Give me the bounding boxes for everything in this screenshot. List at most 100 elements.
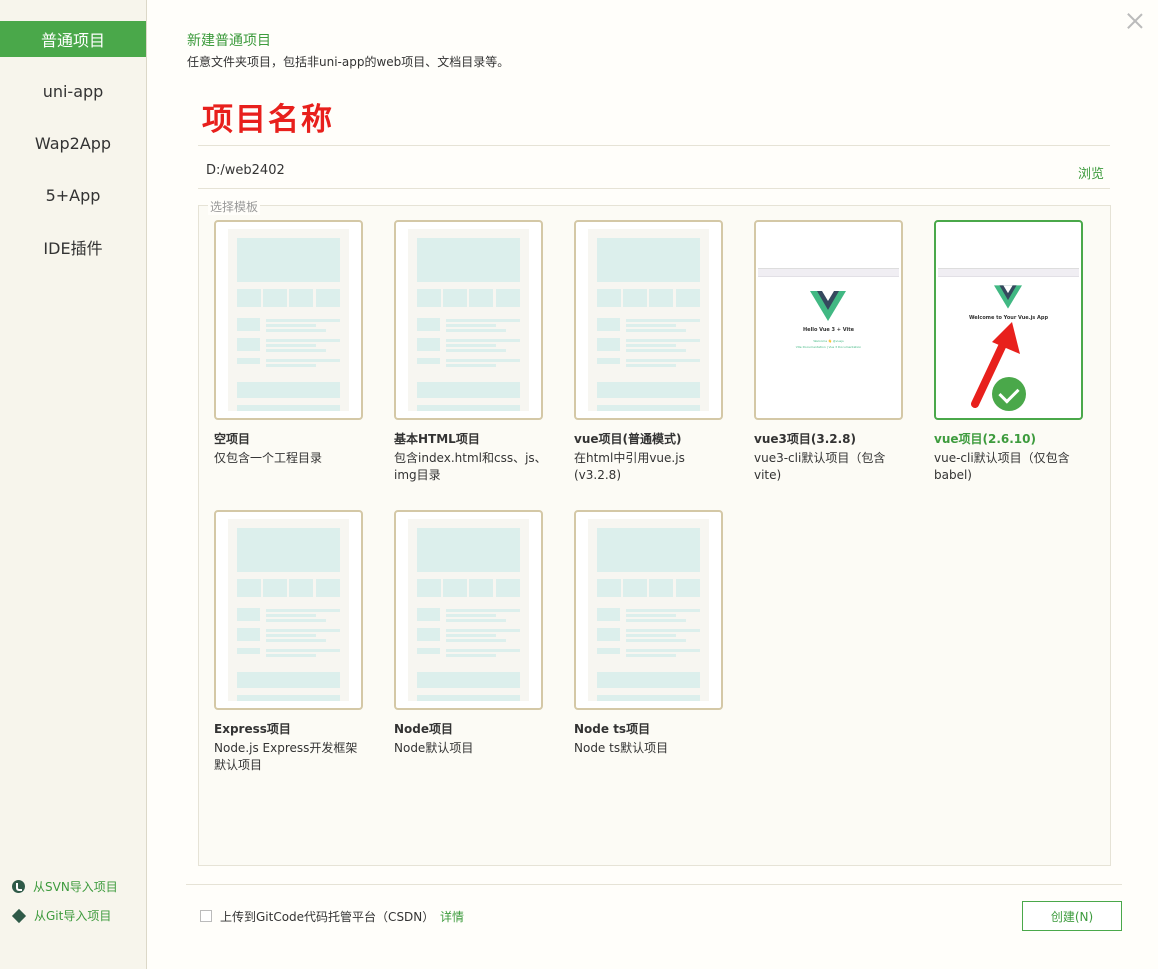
thumbnail-line [266,349,326,352]
vue-heading: Welcome to Your Vue.js App [968,315,1049,321]
thumbnail-line [626,339,700,342]
thumbnail-block [623,579,647,597]
thumbnail-block [417,318,440,331]
thumbnail-block [237,289,261,307]
thumbnail-line [626,359,700,362]
template-thumbnail [408,519,529,701]
vue-logo-icon [810,291,846,321]
browser-bar [758,269,899,277]
template-name-express: Express项目 [214,722,291,736]
template-desc-vue3: vue3-cli默认项目（包含vite) [754,451,886,482]
sidebar-item-5plus-app[interactable]: 5+App [0,177,146,213]
thumbnail-block [237,648,260,654]
close-icon[interactable] [1126,12,1144,30]
thumbnail-line [446,324,496,327]
template-card-empty[interactable] [214,220,363,420]
thumbnail-line [626,639,686,642]
thumbnail-block [597,358,620,364]
sidebar-item-uni-app[interactable]: uni-app [0,73,146,109]
template-desc-basic-html: 包含index.html和css、js、img目录 [394,451,547,482]
thumbnail-block [597,628,620,641]
template-card-vue2[interactable]: Welcome to Your Vue.js App [934,220,1083,420]
thumbnail-line [626,349,686,352]
dialog-subtitle: 任意文件夹项目，包括非uni-app的web项目、文档目录等。 [187,55,510,69]
thumbnail-block [623,289,647,307]
upload-gitcode-checkbox[interactable] [200,910,212,922]
thumbnail-line [446,359,520,362]
thumbnail-block [417,238,520,282]
thumbnail-block [597,528,700,572]
template-name-node-ts: Node ts项目 [574,722,651,736]
template-desc-express: Node.js Express开发框架默认项目 [214,741,358,772]
details-link[interactable]: 详情 [440,908,464,925]
thumbnail-block [237,238,340,282]
thumbnail-line [266,324,316,327]
template-name-empty: 空项目 [214,432,251,446]
import-git-label: 从Git导入项目 [34,909,112,923]
sidebar-item-normal-project[interactable]: 普通项目 [0,21,146,57]
thumbnail-block [469,289,493,307]
thumbnail-block [597,648,620,654]
project-path-input[interactable]: D:/web2402 [206,163,285,178]
thumbnail-block [289,289,313,307]
thumbnail-block [263,579,287,597]
template-name-basic-html: 基本HTML项目 [394,432,480,446]
template-name-vue2: vue项目(2.6.10) [934,432,1036,446]
thumbnail-line [266,344,316,347]
template-card-node[interactable] [394,510,543,710]
thumbnail-line [266,649,340,652]
thumbnail-line [446,629,520,632]
thumbnail-block [417,648,440,654]
template-card-vue3[interactable]: Hello Vue 3 + Vite Welcome 👋 @vuejs Vite… [754,220,903,420]
dialog-title: 新建普通项目 [187,33,271,49]
thumbnail-block [237,579,261,597]
template-card-node-ts[interactable] [574,510,723,710]
import-svn-link[interactable]: 从SVN导入项目 [12,878,118,895]
thumbnail-block [597,338,620,351]
project-name-input[interactable] [202,98,802,134]
thumbnail-block [417,289,441,307]
thumbnail-block [496,289,520,307]
template-card-vue-normal[interactable] [574,220,723,420]
template-desc-vue-normal: 在html中引用vue.js (v3.2.8) [574,451,685,482]
thumbnail-block [597,608,620,621]
template-card-basic-html[interactable] [394,220,543,420]
vue-preview: Welcome to Your Vue.js App [938,268,1079,372]
thumbnail-line [266,359,340,362]
template-card-express[interactable] [214,510,363,710]
thumbnail-block [237,318,260,331]
thumbnail-line [446,634,496,637]
sidebar-item-ide-plugin[interactable]: IDE插件 [0,229,146,265]
browser-bar [938,269,1079,277]
browse-button[interactable]: 浏览 [1078,163,1104,182]
thumbnail-line [626,609,700,612]
main-panel: 新建普通项目 任意文件夹项目，包括非uni-app的web项目、文档目录等。 D… [148,0,1158,969]
thumbnail-block [316,289,340,307]
template-name-vue3: vue3项目(3.2.8) [754,432,856,446]
template-desc-node: Node默认项目 [394,741,474,755]
thumbnail-line [446,614,496,617]
thumbnail-line [446,339,520,342]
thumbnail-block [417,528,520,572]
thumbnail-block [237,608,260,621]
create-button[interactable]: 创建(N) [1022,901,1122,931]
import-svn-label: 从SVN导入项目 [33,880,118,894]
sidebar-item-wap2app[interactable]: Wap2App [0,125,146,161]
thumbnail-line [266,619,326,622]
template-thumbnail [588,229,709,411]
thumbnail-block [649,579,673,597]
thumbnail-block [417,628,440,641]
svn-icon [12,880,25,893]
thumbnail-line [266,614,316,617]
thumbnail-block [676,289,700,307]
thumbnail-block [676,579,700,597]
template-desc-vue2: vue-cli默认项目（仅包含babel) [934,451,1070,482]
thumbnail-block [237,382,340,398]
thumbnail-line [266,634,316,637]
import-git-link[interactable]: 从Git导入项目 [11,907,112,924]
thumbnail-block [469,579,493,597]
vite-line-1: Welcome 👋 @vuejs [813,339,844,343]
template-desc-node-ts: Node ts默认项目 [574,741,669,755]
thumbnail-line [446,654,496,657]
thumbnail-line [446,329,506,332]
